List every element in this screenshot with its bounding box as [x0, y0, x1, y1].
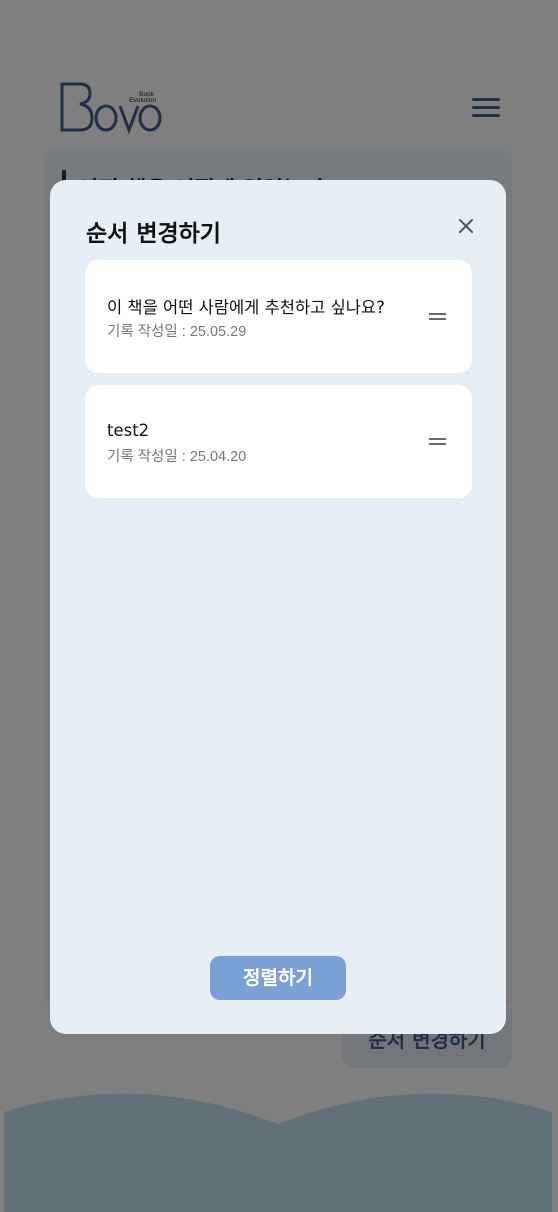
- drag-handle-icon[interactable]: [429, 313, 447, 321]
- item-date: 기록 작성일 : 25.04.20: [107, 449, 247, 465]
- item-date: 기록 작성일 : 25.05.29: [107, 324, 247, 340]
- item-title: 이 책을 어떤 사람에게 추천하고 싶나요?: [107, 298, 385, 317]
- list-item[interactable]: test2 기록 작성일 : 25.04.20: [85, 385, 472, 498]
- sort-button[interactable]: 정렬하기: [210, 956, 346, 1000]
- modal-title: 순서 변경하기: [86, 221, 221, 247]
- reorder-modal: 순서 변경하기 이 책을 어떤 사람에게 추천하고 싶나요? 기록 작성일 : …: [50, 180, 506, 1034]
- list-item[interactable]: 이 책을 어떤 사람에게 추천하고 싶나요? 기록 작성일 : 25.05.29: [85, 260, 472, 373]
- item-title: test2: [107, 421, 150, 440]
- drag-handle-icon[interactable]: [429, 438, 447, 446]
- close-icon[interactable]: [454, 214, 478, 238]
